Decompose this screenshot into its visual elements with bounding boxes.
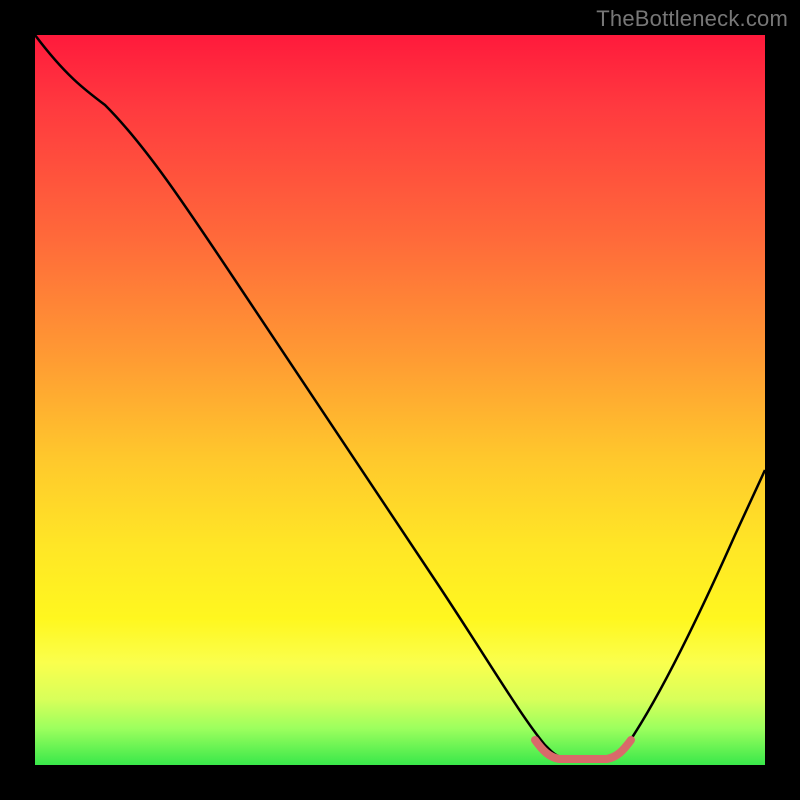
bottleneck-curve [35,35,765,759]
watermark-text: TheBottleneck.com [596,6,788,32]
chart-frame: TheBottleneck.com [0,0,800,800]
chart-svg [35,35,765,765]
